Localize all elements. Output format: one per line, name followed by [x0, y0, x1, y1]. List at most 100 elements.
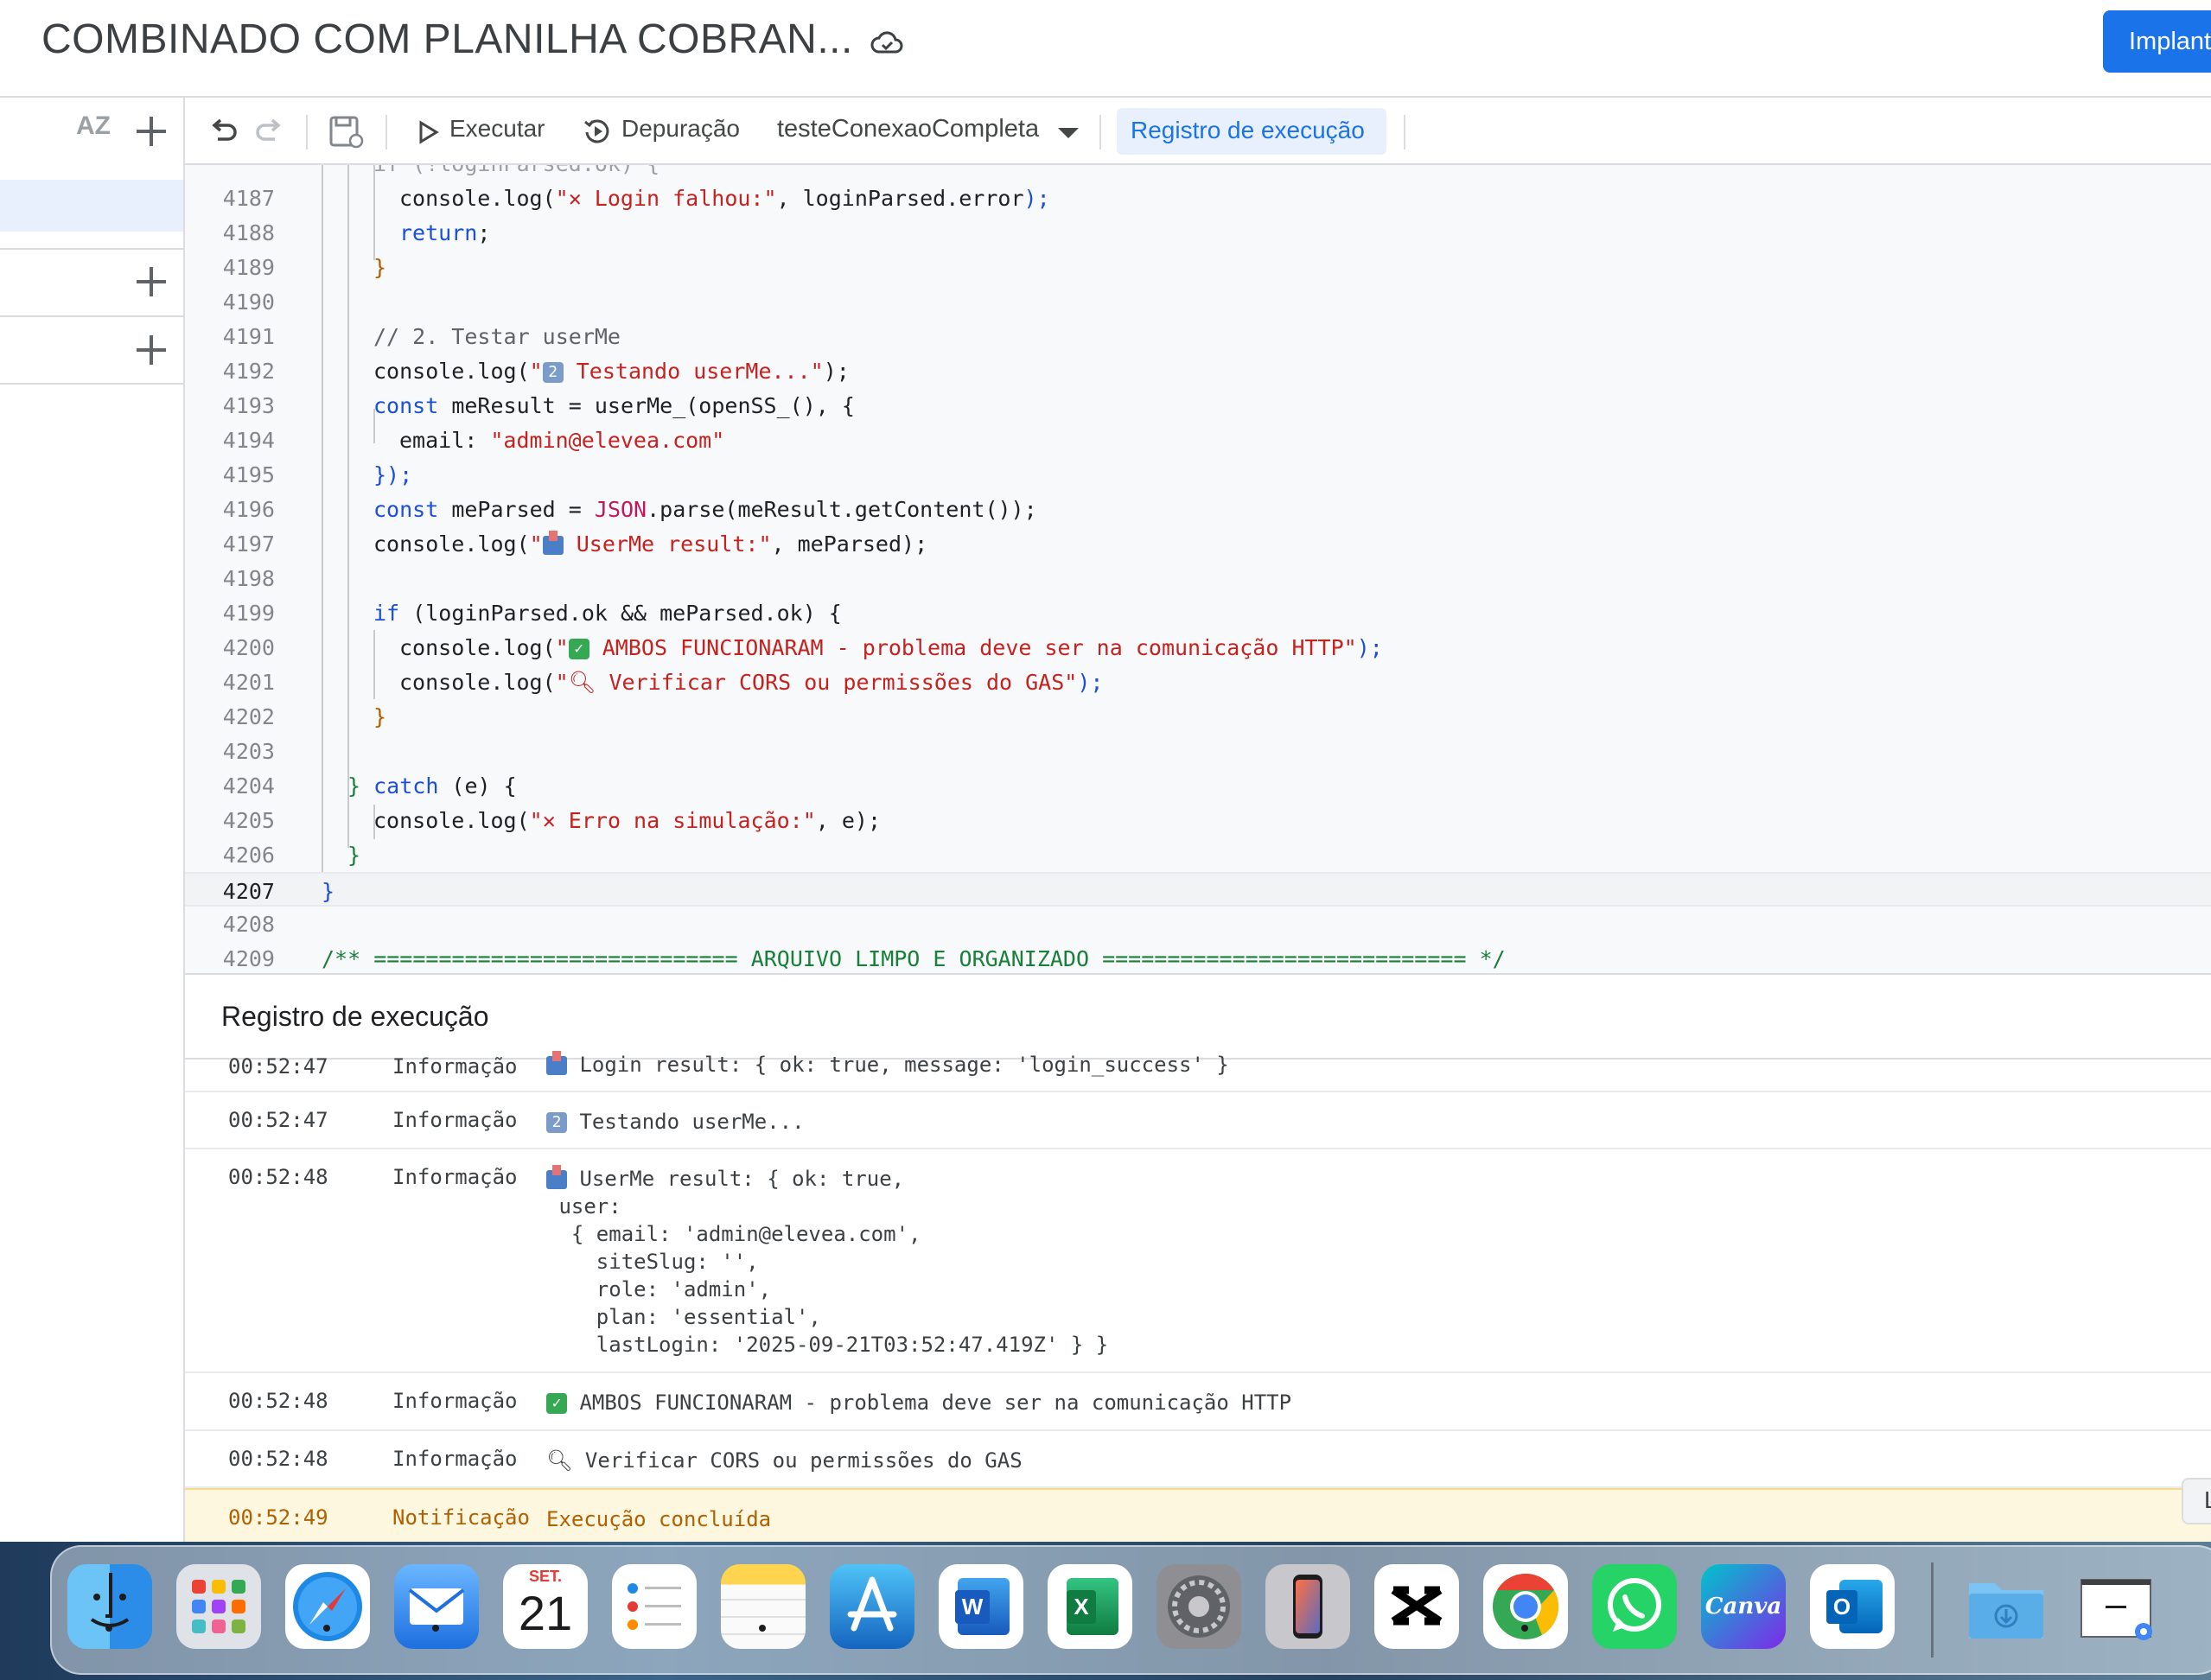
code-line[interactable]: 4202} — [185, 699, 2211, 734]
line-number: 4202 — [222, 704, 275, 729]
keycap-two-icon: 2 — [542, 362, 564, 383]
sidebar-item-selected-file[interactable] — [0, 180, 183, 232]
code-text: }); — [373, 462, 412, 487]
log-row: 00:52:48 Informação ✓ AMBOS FUNCIONARAM … — [185, 1373, 2211, 1431]
code-text: } — [373, 255, 386, 280]
log-panel-title: Registro de execução — [221, 1001, 489, 1032]
log-level: Informação — [392, 1389, 518, 1413]
line-number: 4198 — [222, 566, 275, 591]
run-play-icon[interactable] — [418, 120, 439, 144]
debug-button[interactable]: Depuração — [621, 115, 740, 143]
code-text: console.log(" UserMe result:", meParsed)… — [373, 531, 927, 557]
code-line[interactable]: 4205 console.log("✕ Erro na simulação:", … — [185, 803, 2211, 837]
chevron-down-icon[interactable] — [1058, 128, 1079, 138]
capcut-icon[interactable] — [1374, 1564, 1459, 1649]
add-library-icon[interactable] — [137, 267, 166, 296]
sidebar-divider — [0, 383, 183, 385]
code-line[interactable]: 4201 console.log("🔍︎ Verificar CORS ou pe… — [185, 665, 2211, 699]
log-level: Notificação — [392, 1505, 530, 1530]
word-icon[interactable]: W — [939, 1564, 1023, 1649]
code-token: const — [373, 393, 439, 418]
code-text: console.log(" ✓ AMBOS FUNCIONARAM - probl… — [399, 635, 1383, 660]
preview-window-icon[interactable] — [2073, 1564, 2157, 1649]
add-file-icon[interactable] — [137, 117, 166, 146]
code-line[interactable]: 4204} catch (e) { — [185, 768, 2211, 803]
redo-icon[interactable] — [252, 113, 287, 148]
launchpad-icon[interactable] — [176, 1564, 261, 1649]
code-line[interactable]: 4206} — [185, 837, 2211, 872]
running-indicator — [432, 1625, 439, 1632]
code-line[interactable]: 4203 — [185, 734, 2211, 768]
function-select[interactable]: testeConexaoCompleta — [777, 115, 1039, 143]
downloads-folder-icon[interactable] — [1964, 1564, 2049, 1649]
code-line[interactable]: 4200 console.log(" ✓ AMBOS FUNCIONARAM - p… — [185, 630, 2211, 665]
debug-icon[interactable] — [583, 117, 612, 146]
reminders-icon[interactable] — [612, 1564, 697, 1649]
outlook-icon[interactable]: O — [1810, 1564, 1895, 1649]
code-token: , meParsed); — [771, 531, 928, 557]
code-text: return; — [399, 220, 490, 245]
code-text: if (loginParsed.ok && meParsed.ok) { — [373, 601, 842, 626]
code-line[interactable]: 4189} — [185, 250, 2211, 284]
whatsapp-icon[interactable] — [1592, 1564, 1677, 1649]
canva-icon[interactable]: Canva — [1701, 1564, 1786, 1649]
code-line[interactable]: 4209 /** ============================ ARQ… — [185, 941, 2211, 973]
line-number: 4192 — [222, 359, 275, 384]
macos-dock: SET. 21 W X Canva O — [50, 1545, 2211, 1675]
code-line[interactable]: 4207} — [185, 872, 2211, 907]
code-line[interactable]: 4194 email: "admin@elevea.com" — [185, 423, 2211, 457]
code-line[interactable]: 4188 return; — [185, 215, 2211, 250]
sort-az-icon[interactable]: AZ — [76, 113, 111, 139]
code-text: } — [322, 879, 335, 904]
code-token: console.log( — [399, 635, 556, 660]
code-line[interactable]: 4193 const meResult = userMe_(openSS_(), … — [185, 388, 2211, 423]
finder-icon[interactable] — [67, 1564, 152, 1649]
excel-icon[interactable]: X — [1048, 1564, 1132, 1649]
code-line[interactable]: 4190 — [185, 284, 2211, 319]
floating-panel-button[interactable]: L — [2182, 1478, 2211, 1524]
code-line[interactable]: 4195}); — [185, 457, 2211, 492]
code-line[interactable]: 4191 // 2. Testar userMe — [185, 319, 2211, 353]
log-row: 00:52:47 Informação Login result: { ok: … — [185, 1051, 2211, 1092]
add-service-icon[interactable] — [137, 335, 166, 365]
toolbar-divider — [1099, 115, 1101, 150]
undo-icon[interactable] — [206, 113, 240, 148]
line-number: 4189 — [222, 255, 275, 280]
chrome-icon[interactable] — [1483, 1564, 1568, 1649]
notes-icon[interactable] — [721, 1564, 806, 1649]
code-token: } — [373, 255, 387, 280]
cross-mark-icon: ✕ — [542, 808, 556, 833]
code-line[interactable]: 4208 — [185, 907, 2211, 941]
system-settings-icon[interactable] — [1156, 1564, 1241, 1649]
keycap-two-icon: 2 — [546, 1112, 567, 1133]
calendar-icon[interactable]: SET. 21 — [503, 1564, 588, 1649]
mail-icon[interactable] — [394, 1564, 479, 1649]
code-token: console.log( — [399, 670, 556, 695]
code-line[interactable]: 4192 console.log(" 2 Testando userMe..."); — [185, 353, 2211, 388]
safari-icon[interactable] — [285, 1564, 370, 1649]
line-number: 4208 — [222, 912, 275, 937]
code-line[interactable]: 4197 console.log(" UserMe result:", mePar… — [185, 526, 2211, 561]
code-token: } — [347, 843, 361, 868]
deploy-button[interactable]: Implant — [2103, 10, 2211, 73]
log-row-notification: 00:52:49 Notificação Execução concluída — [185, 1488, 2211, 1542]
iphone-mirroring-icon[interactable] — [1265, 1564, 1350, 1649]
execution-log-button[interactable]: Registro de execução — [1117, 108, 1386, 155]
code-line[interactable]: 4196 const meParsed = JSON.parse(meResult… — [185, 492, 2211, 526]
app-store-icon[interactable] — [830, 1564, 914, 1649]
inbox-tray-icon — [546, 1051, 567, 1075]
code-token: , loginParsed.error — [776, 186, 1024, 211]
save-to-drive-icon[interactable] — [328, 115, 365, 150]
project-title[interactable]: COMBINADO COM PLANILHA COBRAN... — [41, 16, 853, 63]
line-number: 4199 — [222, 601, 275, 626]
code-line[interactable]: 4199 if (loginParsed.ok && meParsed.ok) { — [185, 595, 2211, 630]
code-text: const meResult = userMe_(openSS_(), { — [373, 393, 855, 418]
line-number: 4201 — [222, 670, 275, 695]
code-token: "admin@elevea.com" — [490, 428, 725, 453]
cloud-saved-icon[interactable] — [870, 26, 904, 60]
toolbar-divider — [385, 115, 387, 150]
code-line[interactable]: 4198 — [185, 561, 2211, 595]
run-button[interactable]: Executar — [449, 115, 545, 143]
code-line[interactable]: 4187 console.log("✕ Login falhou:", login… — [185, 181, 2211, 215]
code-editor[interactable]: if (!loginParsed.ok) { 4187console.log("… — [185, 165, 2211, 973]
